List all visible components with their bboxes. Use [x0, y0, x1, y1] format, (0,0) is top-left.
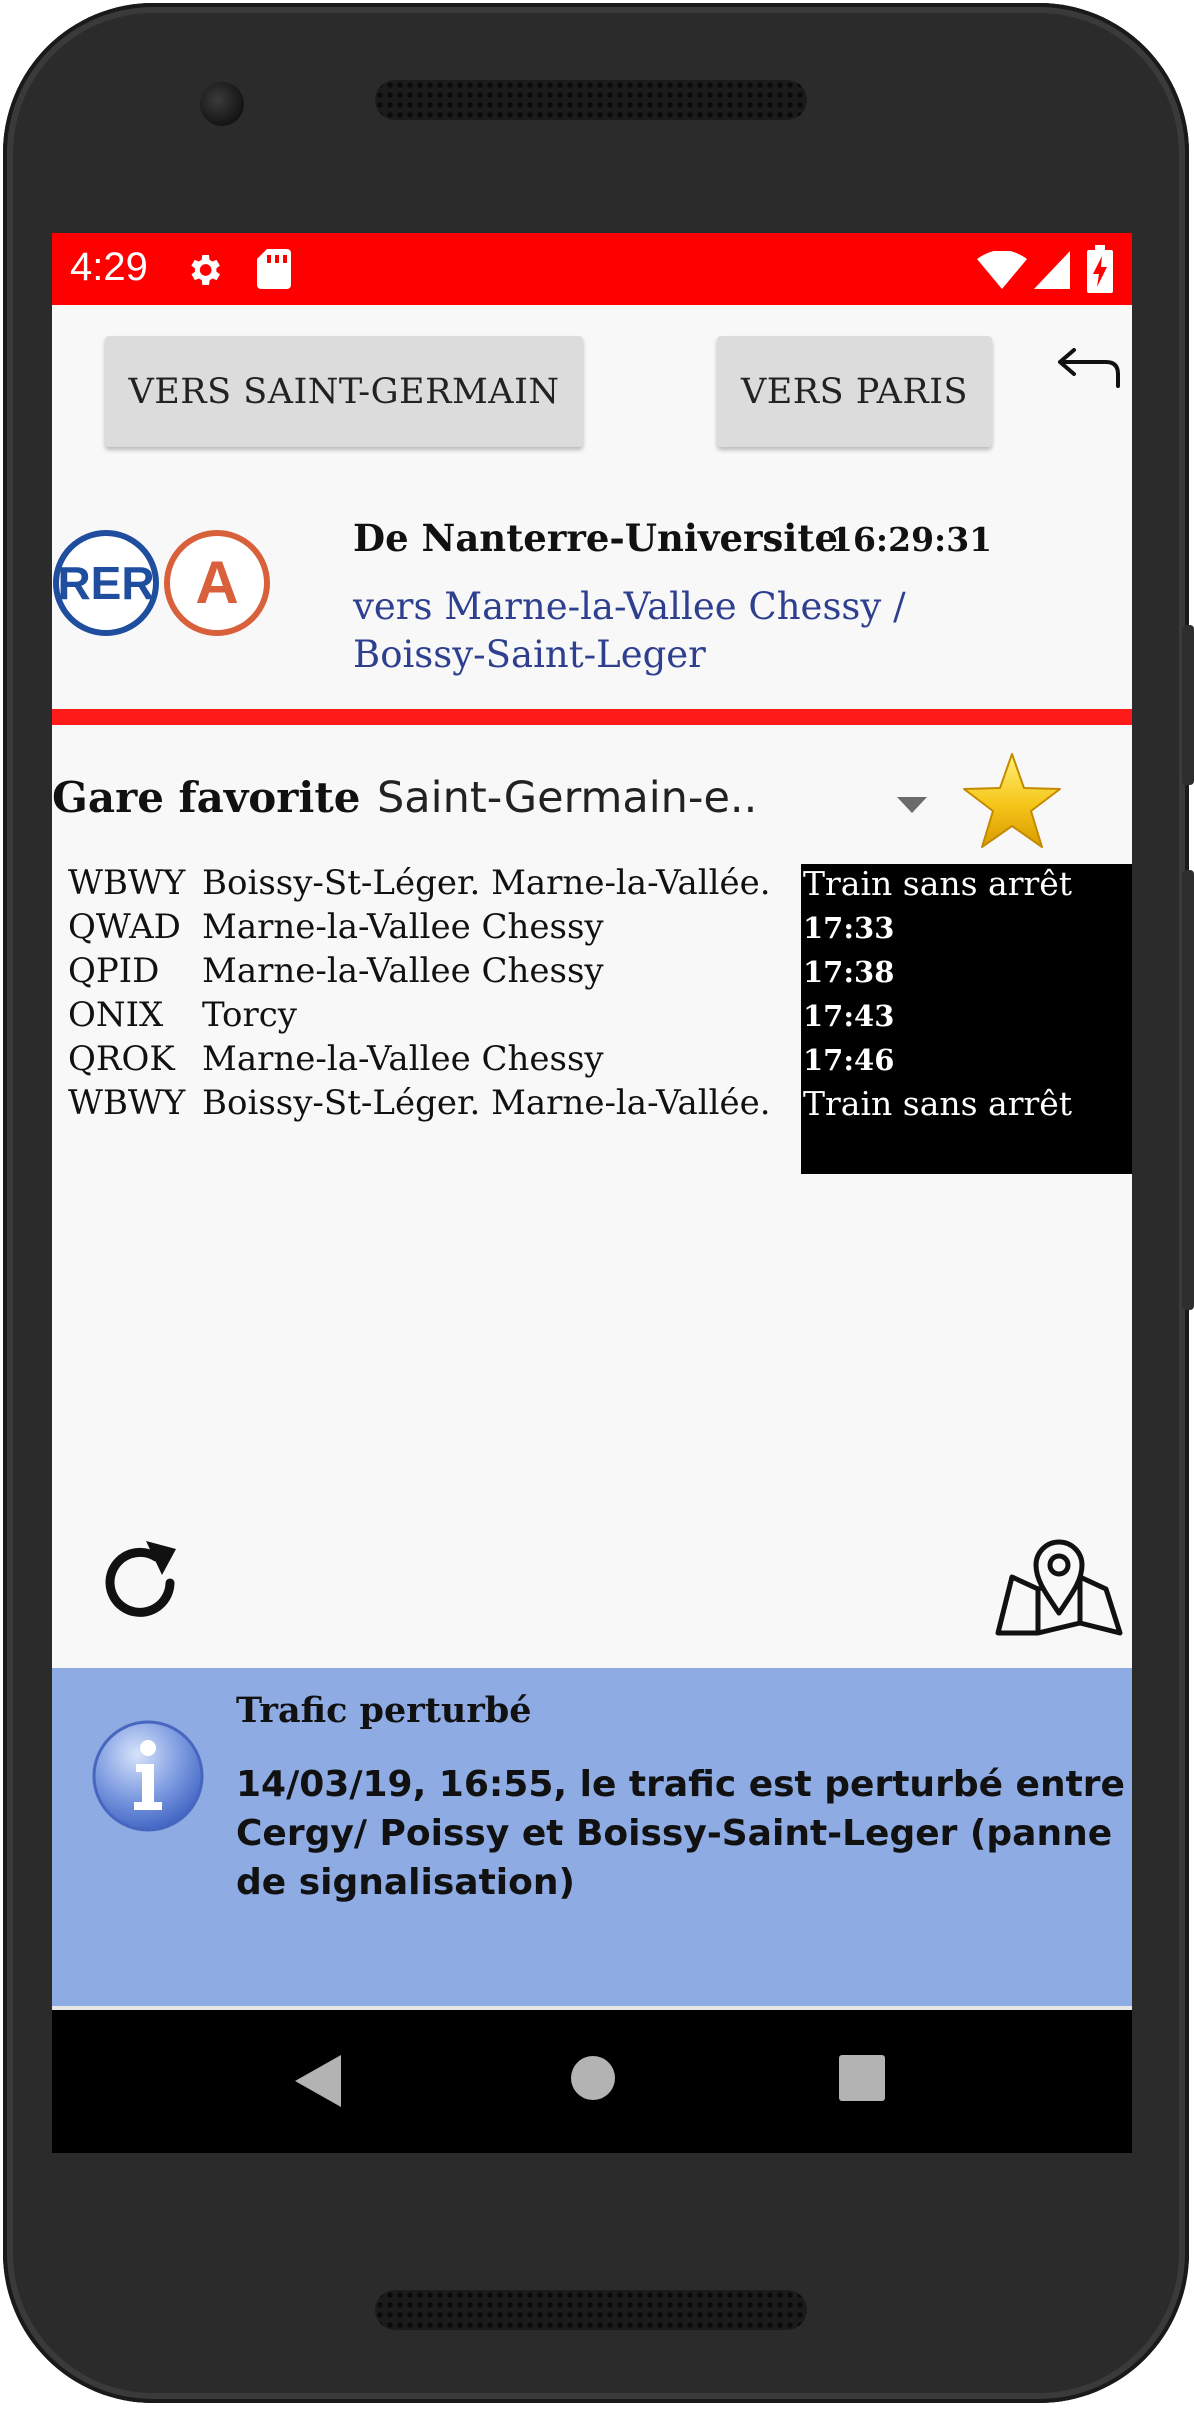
- train-code: WBWY: [68, 863, 186, 903]
- info-icon: [92, 1720, 204, 1832]
- current-time: 16:29:31: [830, 520, 993, 559]
- vers-saint-germain-button[interactable]: VERS SAINT-GERMAIN: [105, 336, 583, 447]
- bottom-speaker: [375, 2290, 807, 2330]
- train-destination: Boissy-St-Léger. Marne-la-Vallée.: [202, 1083, 771, 1123]
- train-code: QROK: [68, 1039, 175, 1079]
- favorite-station-dropdown[interactable]: Saint-Germain-e..: [377, 773, 927, 833]
- navigation-bar: [52, 2010, 1132, 2153]
- route-destination-line2: Boissy-Saint-Leger: [353, 633, 706, 676]
- sd-card-icon: [257, 249, 291, 289]
- departure-time: 17:38: [803, 955, 895, 989]
- departure-time: Train sans arrêt: [803, 1084, 1073, 1123]
- train-code: WBWY: [68, 1083, 186, 1123]
- train-destination: Marne-la-Vallee Chessy: [202, 951, 604, 991]
- nav-back-icon[interactable]: [295, 2055, 341, 2107]
- route-destination-line1: vers Marne-la-Vallee Chessy /: [353, 585, 906, 628]
- nav-recents-icon[interactable]: [839, 2055, 885, 2101]
- favorite-station-label: Gare favorite: [52, 773, 361, 822]
- favorite-station-value: Saint-Germain-e..: [377, 773, 758, 823]
- refresh-icon[interactable]: [90, 1533, 190, 1633]
- departure-time: 17:43: [803, 999, 895, 1033]
- screen: 4:29 VERS SAINT-GERMAIN VERS PARIS RER A…: [52, 233, 1132, 2153]
- favorite-star-icon[interactable]: [960, 751, 1064, 851]
- departure-time: 17:46: [803, 1043, 895, 1077]
- traffic-alert-banner: Trafic perturbé 14/03/19, 16:55, le traf…: [52, 1668, 1132, 2006]
- route-destination: vers Marne-la-Vallee Chessy / Boissy-Sai…: [353, 583, 1073, 679]
- map-pin-icon[interactable]: [992, 1521, 1126, 1641]
- alert-message: 14/03/19, 16:55, le trafic est perturbé …: [236, 1764, 1125, 1903]
- status-time: 4:29: [70, 245, 148, 289]
- line-a-logo-text: A: [195, 549, 238, 616]
- status-bar: 4:29: [52, 233, 1132, 305]
- dropdown-arrow-icon: [897, 797, 927, 813]
- train-code: QPID: [68, 951, 160, 991]
- gear-icon: [191, 255, 220, 285]
- signal-icon: [1034, 251, 1070, 289]
- power-button: [1182, 625, 1194, 785]
- train-code: QWAD: [68, 907, 181, 947]
- train-destination: Torcy: [202, 995, 298, 1035]
- back-arrow-icon[interactable]: [1052, 348, 1122, 402]
- nav-home-icon[interactable]: [570, 2055, 616, 2101]
- train-destination: Boissy-St-Léger. Marne-la-Vallée.: [202, 863, 771, 903]
- battery-charging-icon: [1087, 245, 1113, 293]
- volume-button: [1182, 870, 1194, 1310]
- wifi-icon: [977, 251, 1027, 289]
- departure-time: Train sans arrêt: [803, 864, 1073, 903]
- alert-title: Trafic perturbé: [236, 1690, 532, 1731]
- train-code: ONIX: [68, 995, 164, 1035]
- route-origin: De Nanterre-Universite: [353, 516, 838, 560]
- train-destination: Marne-la-Vallee Chessy: [202, 907, 604, 947]
- front-camera: [200, 82, 244, 126]
- rer-logo-text: RER: [57, 557, 154, 609]
- rer-a-logo: RER A: [53, 530, 270, 636]
- train-destination: Marne-la-Vallee Chessy: [202, 1039, 604, 1079]
- top-speaker: [375, 80, 807, 120]
- header-divider: [52, 709, 1132, 725]
- departure-time: 17:33: [803, 911, 895, 945]
- vers-paris-button[interactable]: VERS PARIS: [717, 336, 992, 447]
- departure-times-panel: Train sans arrêt 17:33 17:38 17:43 17:46…: [801, 864, 1132, 1174]
